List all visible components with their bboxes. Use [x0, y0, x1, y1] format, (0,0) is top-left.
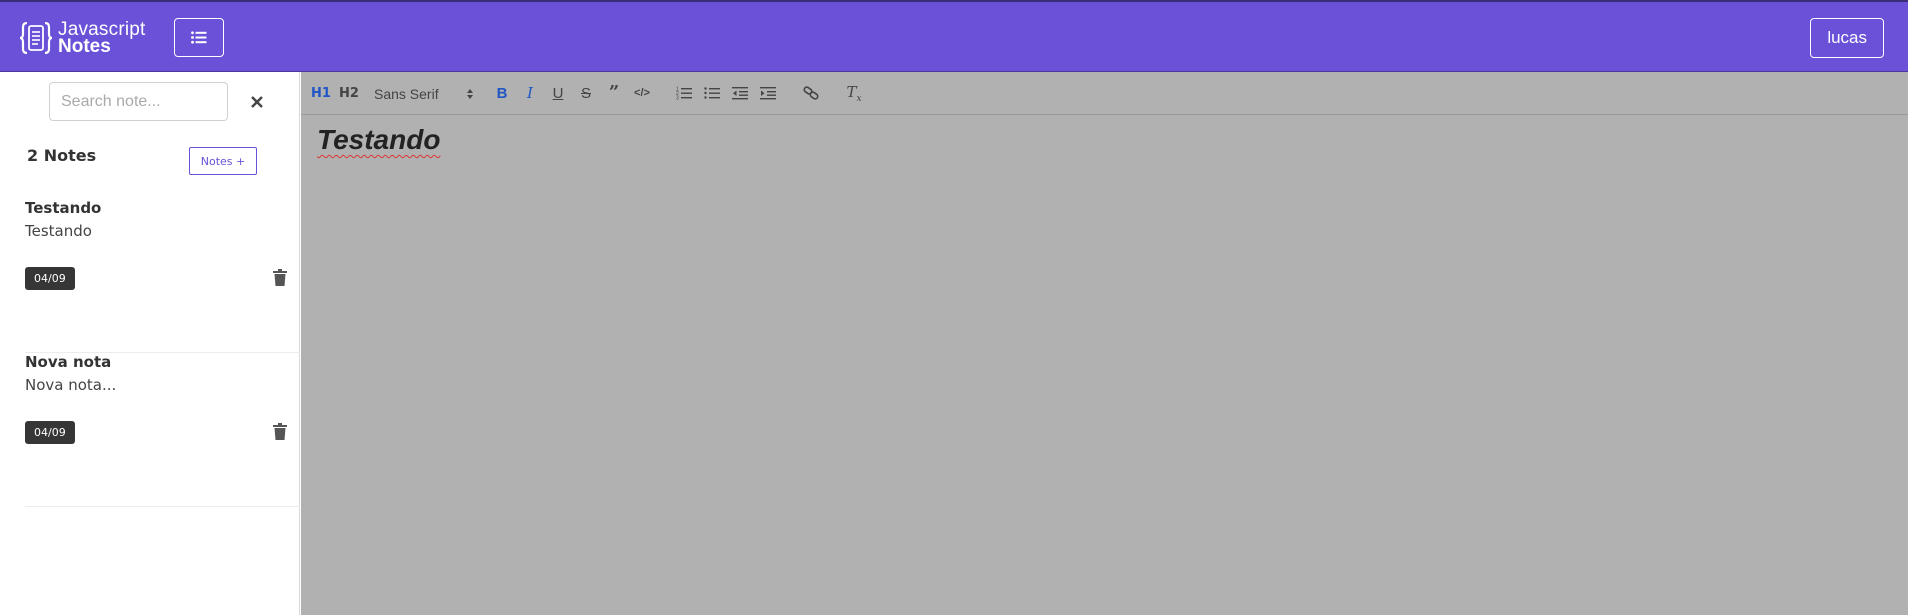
note-title: Nova nota — [25, 353, 112, 371]
app-logo[interactable]: Javascript Notes — [20, 18, 146, 58]
blockquote-icon: ” — [608, 82, 620, 103]
trash-icon[interactable] — [273, 269, 287, 286]
close-icon[interactable] — [249, 94, 265, 110]
note-preview: Nova nota... — [25, 376, 117, 394]
notes-logo-icon — [20, 21, 52, 55]
ordered-list-button[interactable]: 1 2 3 — [674, 83, 694, 103]
bullet-list-icon — [704, 87, 720, 99]
select-arrows-icon — [467, 89, 473, 99]
clear-format-icon: Tx — [846, 82, 862, 104]
outdent-icon — [732, 87, 748, 100]
bold-button[interactable]: B — [492, 83, 512, 103]
font-select[interactable]: Sans Serif — [374, 84, 474, 104]
toggle-sidebar-button[interactable] — [174, 18, 224, 57]
top-navbar: Javascript Notes lucas — [0, 0, 1908, 72]
blockquote-button[interactable]: ” — [604, 83, 624, 103]
clear-format-button[interactable]: Tx — [844, 82, 864, 104]
bold-icon: B — [496, 84, 508, 102]
note-editor[interactable]: H1 H2 Sans Serif B I U S ” </> 1 2 3 Tx … — [301, 72, 1908, 615]
strike-button[interactable]: S — [576, 83, 596, 103]
note-date-badge: 04/09 — [25, 421, 75, 444]
bullet-list-button[interactable] — [702, 83, 722, 103]
note-preview: Testando — [25, 222, 92, 240]
search-input[interactable] — [49, 82, 228, 121]
h2-label: H2 — [339, 85, 359, 101]
link-button[interactable] — [801, 83, 821, 103]
list-icon — [191, 31, 207, 44]
editor-toolbar: H1 H2 Sans Serif B I U S ” </> 1 2 3 Tx — [301, 72, 1908, 115]
underline-button[interactable]: U — [548, 83, 568, 103]
code-button[interactable]: </> — [632, 83, 652, 103]
code-icon: </> — [634, 87, 650, 99]
italic-button[interactable]: I — [520, 83, 540, 103]
font-select-label: Sans Serif — [374, 86, 439, 102]
h1-label: H1 — [311, 85, 331, 101]
note-list-item[interactable]: Testando Testando 04/09 — [25, 199, 300, 353]
note-list-item[interactable]: Nova nota Nova nota... 04/09 — [25, 353, 300, 507]
h1-button[interactable]: H1 — [311, 83, 331, 103]
ordered-list-icon: 1 2 3 — [676, 87, 692, 101]
h2-button[interactable]: H2 — [339, 83, 359, 103]
indent-button[interactable] — [758, 83, 778, 103]
underline-icon: U — [552, 84, 564, 102]
outdent-button[interactable] — [730, 83, 750, 103]
svg-text:3: 3 — [676, 96, 679, 101]
logo-text-line2: Notes — [58, 36, 111, 57]
note-title: Testando — [25, 199, 102, 217]
editor-text[interactable]: Testando — [317, 124, 440, 156]
indent-icon — [760, 87, 776, 100]
italic-icon: I — [527, 84, 533, 102]
strike-icon: S — [580, 84, 591, 102]
user-menu-button[interactable]: lucas — [1810, 18, 1884, 58]
notes-count: 2 Notes — [27, 146, 97, 165]
link-icon — [803, 86, 819, 100]
note-date-badge: 04/09 — [25, 267, 75, 290]
trash-icon[interactable] — [273, 423, 287, 440]
notes-sidebar: 2 Notes Notes + Testando Testando 04/09 … — [0, 72, 300, 615]
add-note-button[interactable]: Notes + — [189, 147, 257, 175]
